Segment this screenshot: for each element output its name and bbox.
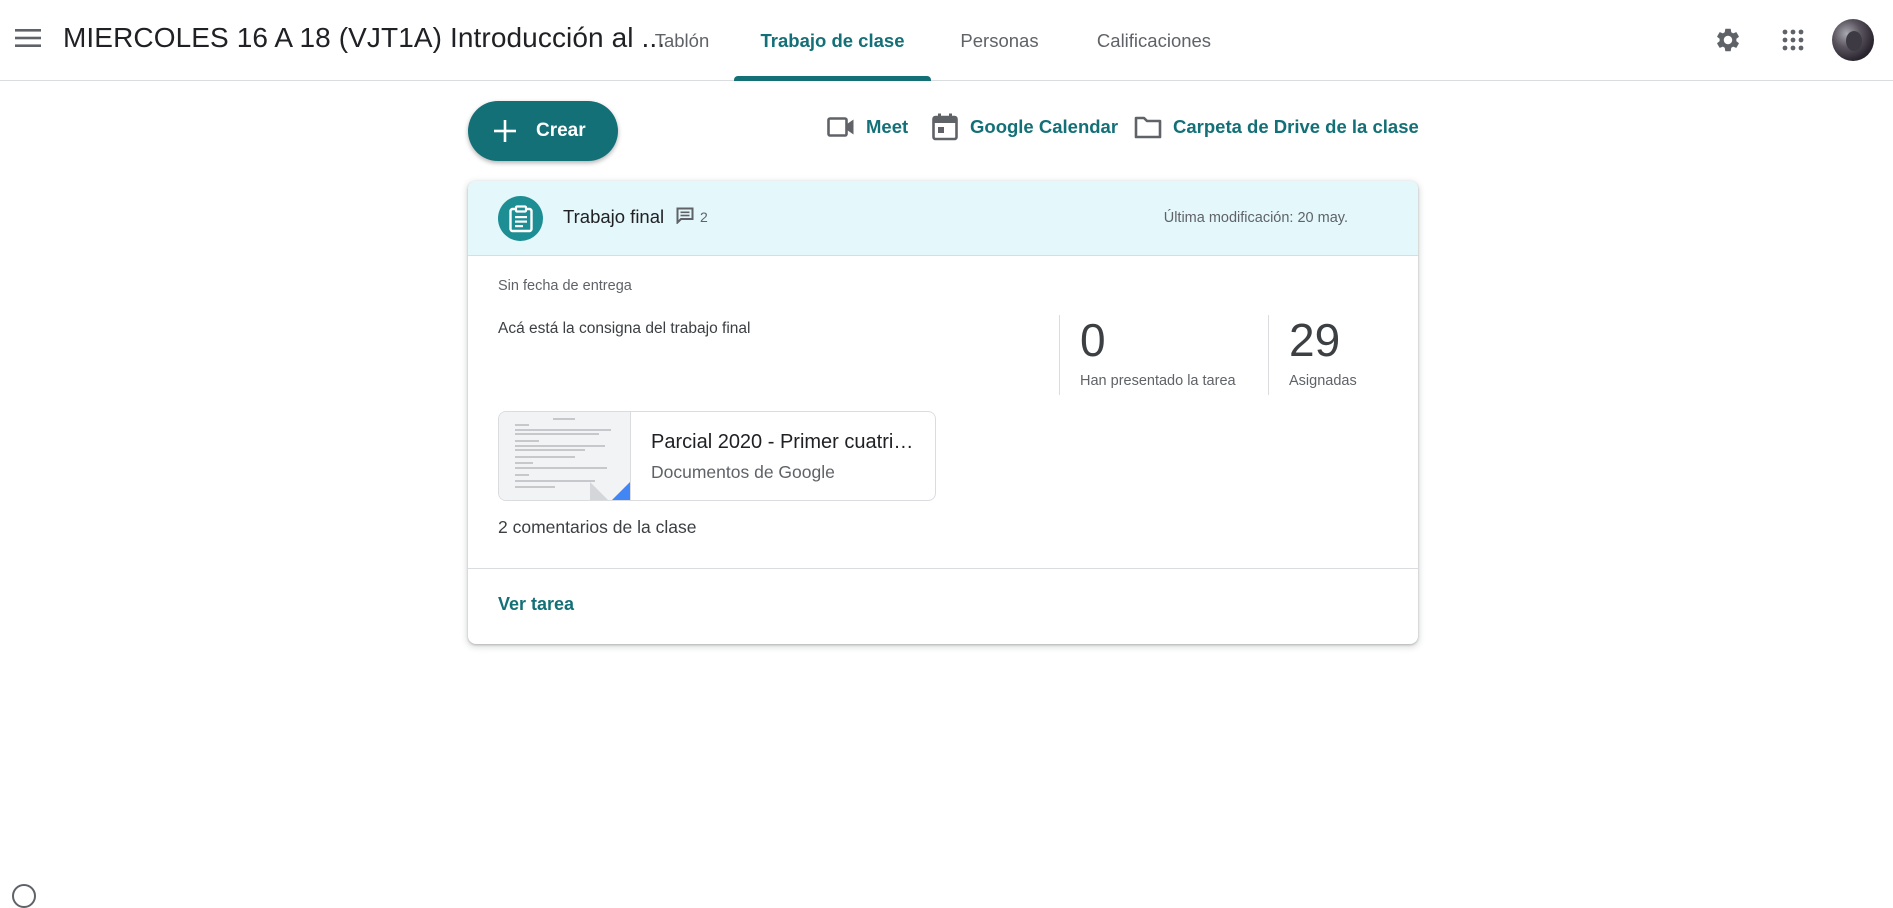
turned-in-count: 0	[1080, 314, 1106, 366]
tab-label: Trabajo de clase	[760, 29, 905, 51]
video-camera-icon	[826, 112, 856, 142]
assigned-label: Asignadas	[1289, 373, 1357, 389]
turned-in-stat[interactable]: 0 Han presentado la tarea	[1059, 315, 1236, 395]
class-tabs: Tablón Trabajo de clase Personas Calific…	[630, 0, 1240, 81]
calendar-icon	[930, 112, 960, 142]
plus-icon	[490, 116, 520, 146]
comment-count-value: 2	[700, 209, 708, 225]
tab-grades[interactable]: Calificaciones	[1068, 0, 1240, 81]
class-comments-link[interactable]: 2 comentarios de la clase	[498, 517, 696, 538]
meet-link-label: Meet	[866, 116, 909, 137]
meet-link[interactable]: Meet	[826, 112, 908, 142]
tab-classwork[interactable]: Trabajo de clase	[734, 0, 931, 81]
attachment-card[interactable]: Parcial 2020 - Primer cuatrimestre Docum…	[498, 411, 936, 501]
gear-icon[interactable]	[1708, 20, 1748, 60]
assigned-stat[interactable]: 29 Asignadas	[1268, 315, 1357, 395]
assignment-icon	[498, 196, 543, 241]
top-app-bar: MIERCOLES 16 A 18 (VJT1A) Introducción a…	[0, 0, 1893, 81]
comment-count: 2	[676, 207, 708, 227]
user-avatar[interactable]	[1832, 19, 1874, 61]
apps-grid-icon[interactable]	[1773, 20, 1813, 60]
google-calendar-link[interactable]: Google Calendar	[930, 112, 1118, 142]
due-date: Sin fecha de entrega	[498, 278, 632, 294]
assignment-header[interactable]: Trabajo final 2 Última modificación: 20 …	[468, 181, 1418, 256]
turned-in-label: Han presentado la tarea	[1080, 373, 1236, 389]
help-icon[interactable]	[12, 884, 36, 908]
document-thumbnail	[499, 412, 631, 500]
assignment-description: Acá está la consigna del trabajo final	[498, 320, 751, 337]
last-modified: Última modificación: 20 may.	[1163, 210, 1348, 226]
google-calendar-link-label: Google Calendar	[970, 116, 1119, 137]
assignment-title[interactable]: Trabajo final	[563, 206, 664, 228]
view-assignment-link[interactable]: Ver tarea	[498, 594, 574, 615]
attachment-type: Documentos de Google	[651, 462, 835, 482]
hamburger-menu-icon[interactable]	[10, 20, 46, 56]
drive-folder-link[interactable]: Carpeta de Drive de la clase	[1133, 112, 1419, 142]
assigned-count: 29	[1289, 314, 1341, 366]
tab-label: Calificaciones	[1096, 29, 1212, 51]
tab-label: Tablón	[654, 29, 710, 51]
google-docs-corner-icon	[610, 482, 630, 500]
divider	[468, 568, 1418, 569]
folder-icon	[1133, 112, 1163, 142]
tab-label: Personas	[960, 29, 1039, 51]
assignment-card: Trabajo final 2 Última modificación: 20 …	[468, 181, 1418, 644]
tab-stream[interactable]: Tablón	[630, 0, 734, 81]
create-button[interactable]: Crear	[468, 101, 618, 161]
attachment-title: Parcial 2020 - Primer cuatrimestre	[651, 431, 921, 453]
class-title[interactable]: MIERCOLES 16 A 18 (VJT1A) Introducción a…	[63, 22, 665, 54]
comment-icon	[676, 207, 694, 227]
drive-folder-link-label: Carpeta de Drive de la clase	[1173, 116, 1419, 137]
tab-people[interactable]: Personas	[931, 0, 1068, 81]
create-button-label: Crear	[536, 120, 586, 141]
